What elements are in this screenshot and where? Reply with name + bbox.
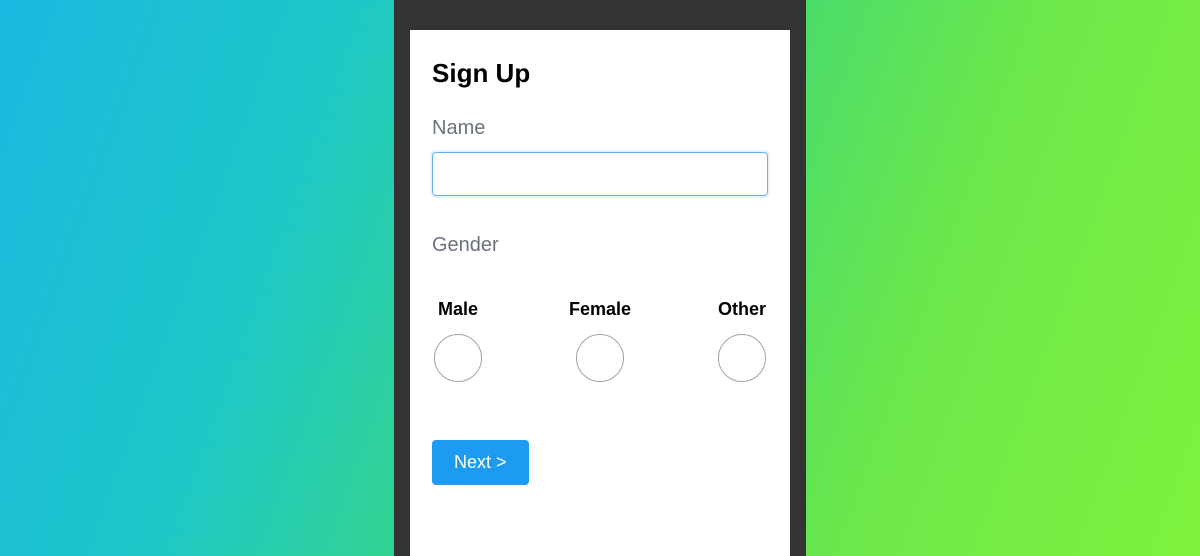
gender-option-male: Male	[434, 299, 482, 382]
gender-radio-male[interactable]	[434, 334, 482, 382]
gender-option-female: Female	[569, 299, 631, 382]
device-frame: Sign Up Name Gender Male Female Other Ne…	[394, 0, 806, 556]
signup-form: Sign Up Name Gender Male Female Other Ne…	[410, 30, 790, 556]
name-input[interactable]	[432, 152, 768, 196]
name-label: Name	[432, 117, 768, 140]
next-button[interactable]: Next >	[432, 440, 529, 485]
form-title: Sign Up	[432, 58, 768, 89]
gender-radio-female[interactable]	[576, 334, 624, 382]
gender-label: Gender	[432, 234, 768, 257]
gender-radio-other[interactable]	[718, 334, 766, 382]
gender-options-row: Male Female Other	[432, 299, 768, 382]
gender-option-male-label: Male	[438, 299, 478, 320]
gender-option-other: Other	[718, 299, 766, 382]
gender-option-other-label: Other	[718, 299, 766, 320]
gender-option-female-label: Female	[569, 299, 631, 320]
